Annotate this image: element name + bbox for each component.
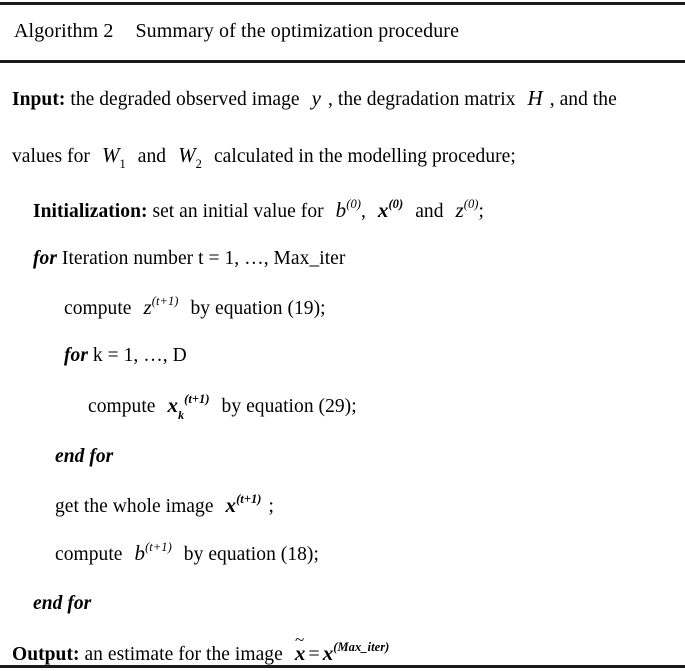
algorithm-title-label: Algorithm 2 <box>14 20 114 42</box>
end-for-keyword-outer: end for <box>33 593 92 614</box>
compute-z-line: compute z(t+1) by equation (19); <box>64 295 326 321</box>
rule-header-separator <box>0 60 685 63</box>
initialization-keyword: Initialization: <box>33 201 148 222</box>
var-x-maxiter: x(Max_iter) <box>323 641 390 665</box>
algorithm-block: Algorithm 2 Summary of the optimization p… <box>0 0 685 671</box>
input-line-1: Input: the degraded observed image y , the… <box>12 86 617 112</box>
get-image-text: get the whole image <box>55 496 214 517</box>
var-W2-subscript: 2 <box>195 157 202 172</box>
for-outer-text: Iteration number t = 1, …, Max_iter <box>56 248 346 269</box>
var-W2-base: W <box>178 143 196 167</box>
compute-text-xk: compute <box>88 396 156 417</box>
end-for-outer-line: end for <box>33 592 91 616</box>
var-x0: x(0) <box>378 198 403 222</box>
init-semicolon: ; <box>478 201 484 222</box>
var-b0-superscript: (0) <box>346 197 361 211</box>
var-z-t1-superscript: (t+1) <box>151 294 179 308</box>
var-z-t1: z(t+1) <box>144 295 179 319</box>
values-for-text: values for <box>12 146 90 167</box>
by-equation-18-text: by equation (18); <box>183 544 319 565</box>
input-line-2: values for W1 and W2 calculated in the model… <box>12 143 516 170</box>
var-x-tilde: ~ x <box>295 630 306 665</box>
compute-b-line: compute b(t+1) by equation (18); <box>55 541 319 567</box>
compute-text-z: compute <box>64 298 132 319</box>
tilde-accent: ~ <box>295 630 305 649</box>
algorithm-title: Algorithm 2 Summary of the optimization p… <box>14 18 459 44</box>
for-inner-text: k = 1, …, D <box>87 345 187 366</box>
var-W1-subscript: 1 <box>119 157 126 172</box>
var-z0-base: z <box>455 198 464 222</box>
var-z0-superscript: (0) <box>463 197 479 211</box>
var-b0: b(0) <box>336 198 361 222</box>
var-x-k-t1: xk (t+1) <box>167 392 210 421</box>
var-x-k-subscript: k <box>178 408 185 423</box>
for-keyword-inner: for <box>64 345 88 366</box>
var-x-t1-whole: x(t+1) <box>226 493 262 517</box>
input-keyword: Input: <box>12 89 66 110</box>
output-text: an estimate for the image <box>79 644 283 665</box>
var-x-t1-whole-base: x <box>225 493 237 517</box>
output-keyword: Output: <box>12 644 80 665</box>
var-x-maxiter-superscript: (Max_iter) <box>333 640 390 654</box>
rule-top-border <box>0 2 685 5</box>
var-b-t1: b(t+1) <box>135 541 172 565</box>
var-y: y <box>311 86 322 110</box>
for-inner-line: for k = 1, …, D <box>64 344 187 368</box>
initialization-text: set an initial value for <box>147 201 324 222</box>
get-image-semicolon: ; <box>268 496 274 517</box>
var-x-k-t1-base: x <box>167 393 179 417</box>
for-outer-line: for Iteration number t = 1, …, Max_iter <box>33 247 345 271</box>
var-x0-base: x <box>377 198 389 222</box>
get-image-line: get the whole image x(t+1); <box>55 493 274 519</box>
initialization-line: Initialization: set an initial value for… <box>33 198 484 224</box>
var-H: H <box>527 86 543 110</box>
input-text-before: the degraded observed image <box>65 89 300 110</box>
for-keyword-outer: for <box>33 248 57 269</box>
compute-x-k-line: compute xk (t+1) by equation (29); <box>88 392 357 421</box>
end-for-inner-line: end for <box>55 445 113 469</box>
calculated-text: calculated in the modelling procedure; <box>213 146 516 167</box>
var-x-k-superscript: (t+1) <box>184 392 210 406</box>
var-z0: z(0) <box>456 198 479 222</box>
var-W1-base: W <box>101 143 120 167</box>
var-b-t1-base: b <box>134 541 146 565</box>
var-W2: W2 <box>178 143 202 170</box>
init-and-text: and <box>415 201 444 222</box>
input-text-after: , and the <box>549 89 617 110</box>
by-equation-19-text: by equation (19); <box>190 298 326 319</box>
and-text-w: and <box>137 146 167 167</box>
var-z-t1-base: z <box>143 295 152 319</box>
var-x-t1-whole-superscript: (t+1) <box>236 492 262 506</box>
compute-text-b: compute <box>55 544 123 565</box>
var-W1: W1 <box>101 143 126 170</box>
end-for-keyword-inner: end for <box>55 446 114 467</box>
var-x-maxiter-base: x <box>322 641 334 665</box>
var-x0-superscript: (0) <box>388 197 404 211</box>
init-comma: , <box>360 201 366 222</box>
var-b-t1-superscript: (t+1) <box>145 540 172 554</box>
by-equation-29-text: by equation (29); <box>221 396 357 417</box>
var-b0-base: b <box>335 198 347 222</box>
equals-sign: = <box>308 643 320 665</box>
input-text-mid: , the degradation matrix <box>328 89 516 110</box>
output-line: Output: an estimate for the image ~ x = x(Ma… <box>12 630 390 667</box>
algorithm-title-caption: Summary of the optimization procedure <box>135 20 460 42</box>
